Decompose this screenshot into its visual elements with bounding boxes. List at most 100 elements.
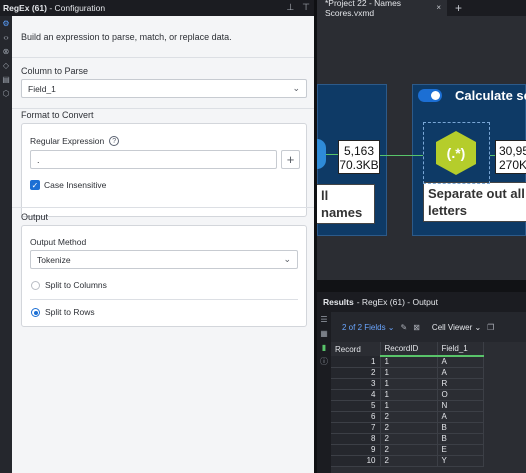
results-header: Results - RegEx (61) - Output (317, 292, 526, 312)
split-to-rows-radio[interactable] (31, 308, 40, 317)
pin-icon[interactable]: ⊥ (286, 2, 294, 13)
results-grid[interactable]: Record RecordID Field_1 11A 21A 31R 41O … (331, 342, 526, 473)
code-icon[interactable]: ‹› (0, 30, 12, 44)
regex-caption-line1: Separate out all (428, 186, 525, 201)
cell-field1: O (437, 389, 484, 401)
clear-icon[interactable]: ⊠ (413, 323, 420, 332)
settings-icon[interactable]: ⚙ (0, 16, 12, 30)
cell-field1: E (437, 444, 484, 456)
layers-icon[interactable]: ▤ (0, 72, 12, 86)
table-row[interactable]: 51N (331, 400, 484, 412)
cell-recordid: 2 (380, 433, 438, 445)
x-circle-icon[interactable]: ⊗ (0, 44, 12, 58)
cell-record: 9 (331, 444, 381, 456)
workflow-canvas[interactable]: 5,163 70.3KB ll names Separate out all l… (317, 16, 526, 280)
divider (12, 207, 314, 208)
split-to-columns-radio[interactable] (31, 281, 40, 290)
split-to-rows-label[interactable]: Split to Rows (45, 307, 95, 317)
cell-record: 8 (331, 433, 381, 445)
output-label: Output (21, 212, 49, 222)
table-row[interactable]: 41O (331, 389, 484, 401)
cell-field1: B (437, 422, 484, 434)
column-to-parse-select[interactable]: Field_1 ⌄ (21, 79, 307, 98)
divider (12, 57, 314, 58)
cell-recordid: 1 (380, 356, 438, 368)
container-toggle[interactable] (418, 89, 442, 102)
regex-input[interactable]: . (30, 150, 277, 169)
cell-viewer-dropdown[interactable]: Cell Viewer ⌄ (432, 323, 481, 332)
output-card: Output Method Tokenize ⌄ Split to Column… (21, 225, 307, 327)
cell-recordid: 1 (380, 378, 438, 390)
config-header: RegEx (61) - Configuration ⊥ ⊤ (0, 0, 314, 16)
list-icon[interactable]: ☰ (317, 312, 331, 326)
new-tab-button[interactable]: + (455, 1, 462, 15)
table-row[interactable]: 92E (331, 444, 484, 456)
output-method-select[interactable]: Tokenize ⌄ (30, 250, 298, 269)
table-row[interactable]: 21A (331, 367, 484, 379)
table-row[interactable]: 82B (331, 433, 484, 445)
results-subtitle: - RegEx (61) - Output (356, 297, 438, 307)
config-title: - Configuration (49, 3, 106, 13)
config-description: Build an expression to parse, match, or … (21, 32, 232, 42)
cell-record: 2 (331, 367, 381, 379)
data-icon[interactable]: ▮ (317, 340, 331, 354)
edit-icon[interactable]: ✎ (401, 323, 408, 332)
table-row[interactable]: 31R (331, 378, 484, 390)
cell-record: 1 (331, 356, 381, 368)
close-icon[interactable]: × (436, 3, 441, 12)
column-to-parse-label: Column to Parse (21, 66, 89, 76)
regex-label: Regular Expression? (30, 136, 120, 146)
table-icon[interactable]: ▦ (317, 326, 331, 340)
cell-record: 5 (331, 400, 381, 412)
cell-record: 10 (331, 455, 381, 467)
copy-icon[interactable]: ❐ (487, 323, 494, 332)
column-header-field1[interactable]: Field_1 (437, 342, 484, 357)
cell-recordid: 2 (380, 411, 438, 423)
cell-field1: B (437, 433, 484, 445)
input-node-edge[interactable] (317, 139, 326, 169)
divider (30, 299, 298, 300)
column-header-record[interactable]: Record (331, 342, 381, 356)
data-size-2: 270K (499, 158, 526, 172)
regex-tool-icon[interactable]: (.*) (433, 130, 479, 176)
record-count-2: 30,95 (499, 144, 526, 158)
table-row[interactable]: 62A (331, 411, 484, 423)
output-method-label: Output Method (30, 237, 87, 247)
info-icon[interactable]: ⓘ (317, 354, 331, 368)
help-icon[interactable]: ? (109, 136, 120, 146)
cell-field1: A (437, 411, 484, 423)
insert-token-button[interactable]: + (281, 150, 300, 169)
record-count-box-2: 30,95 270K (495, 140, 526, 174)
format-card: Regular Expression? . + ✓ Case Insensiti… (21, 123, 307, 217)
regex-caption-line2: letters (428, 203, 468, 218)
chevron-down-icon: ⌄ (292, 83, 300, 93)
config-tool-name: RegEx (61) (3, 3, 47, 13)
fields-selector[interactable]: 2 of 2 Fields ⌄ (342, 323, 395, 332)
divider (12, 108, 314, 109)
split-to-columns-label[interactable]: Split to Columns (45, 280, 107, 290)
cell-record: 6 (331, 411, 381, 423)
cell-viewer-label: Cell Viewer (431, 322, 473, 332)
results-splitter[interactable] (317, 280, 526, 292)
table-row[interactable]: 11A (331, 356, 484, 368)
output-method-value: Tokenize (37, 254, 71, 265)
regex-label-text: Regular Expression (30, 136, 105, 146)
regex-symbol: (.*) (447, 145, 466, 161)
tab-project[interactable]: *Project 22 - Names Scores.yxmd × (317, 0, 447, 18)
case-insensitive-checkbox[interactable]: ✓ (30, 180, 40, 190)
tag-icon[interactable]: ◇ (0, 58, 12, 72)
regex-input-value: . (37, 154, 40, 165)
table-row[interactable]: 10 2 Y (331, 455, 484, 467)
column-to-parse-value: Field_1 (28, 83, 56, 94)
results-toolbar: 2 of 2 Fields ⌄ ✎ ⊠ Cell Viewer ⌄ ❐ (331, 312, 526, 342)
connector-line (380, 155, 423, 156)
dock-icon[interactable]: ⊤ (302, 2, 310, 13)
tab-bar: *Project 22 - Names Scores.yxmd × + (317, 0, 526, 18)
record-count-1: 5,163 (343, 144, 375, 158)
tool-caption-regex: Separate out all letters (423, 182, 526, 222)
table-row[interactable]: 72B (331, 422, 484, 434)
cell-record: 3 (331, 378, 381, 390)
cell-field1: A (437, 367, 484, 379)
column-header-recordid[interactable]: RecordID (380, 342, 438, 357)
cube-icon[interactable]: ⬡ (0, 86, 12, 100)
